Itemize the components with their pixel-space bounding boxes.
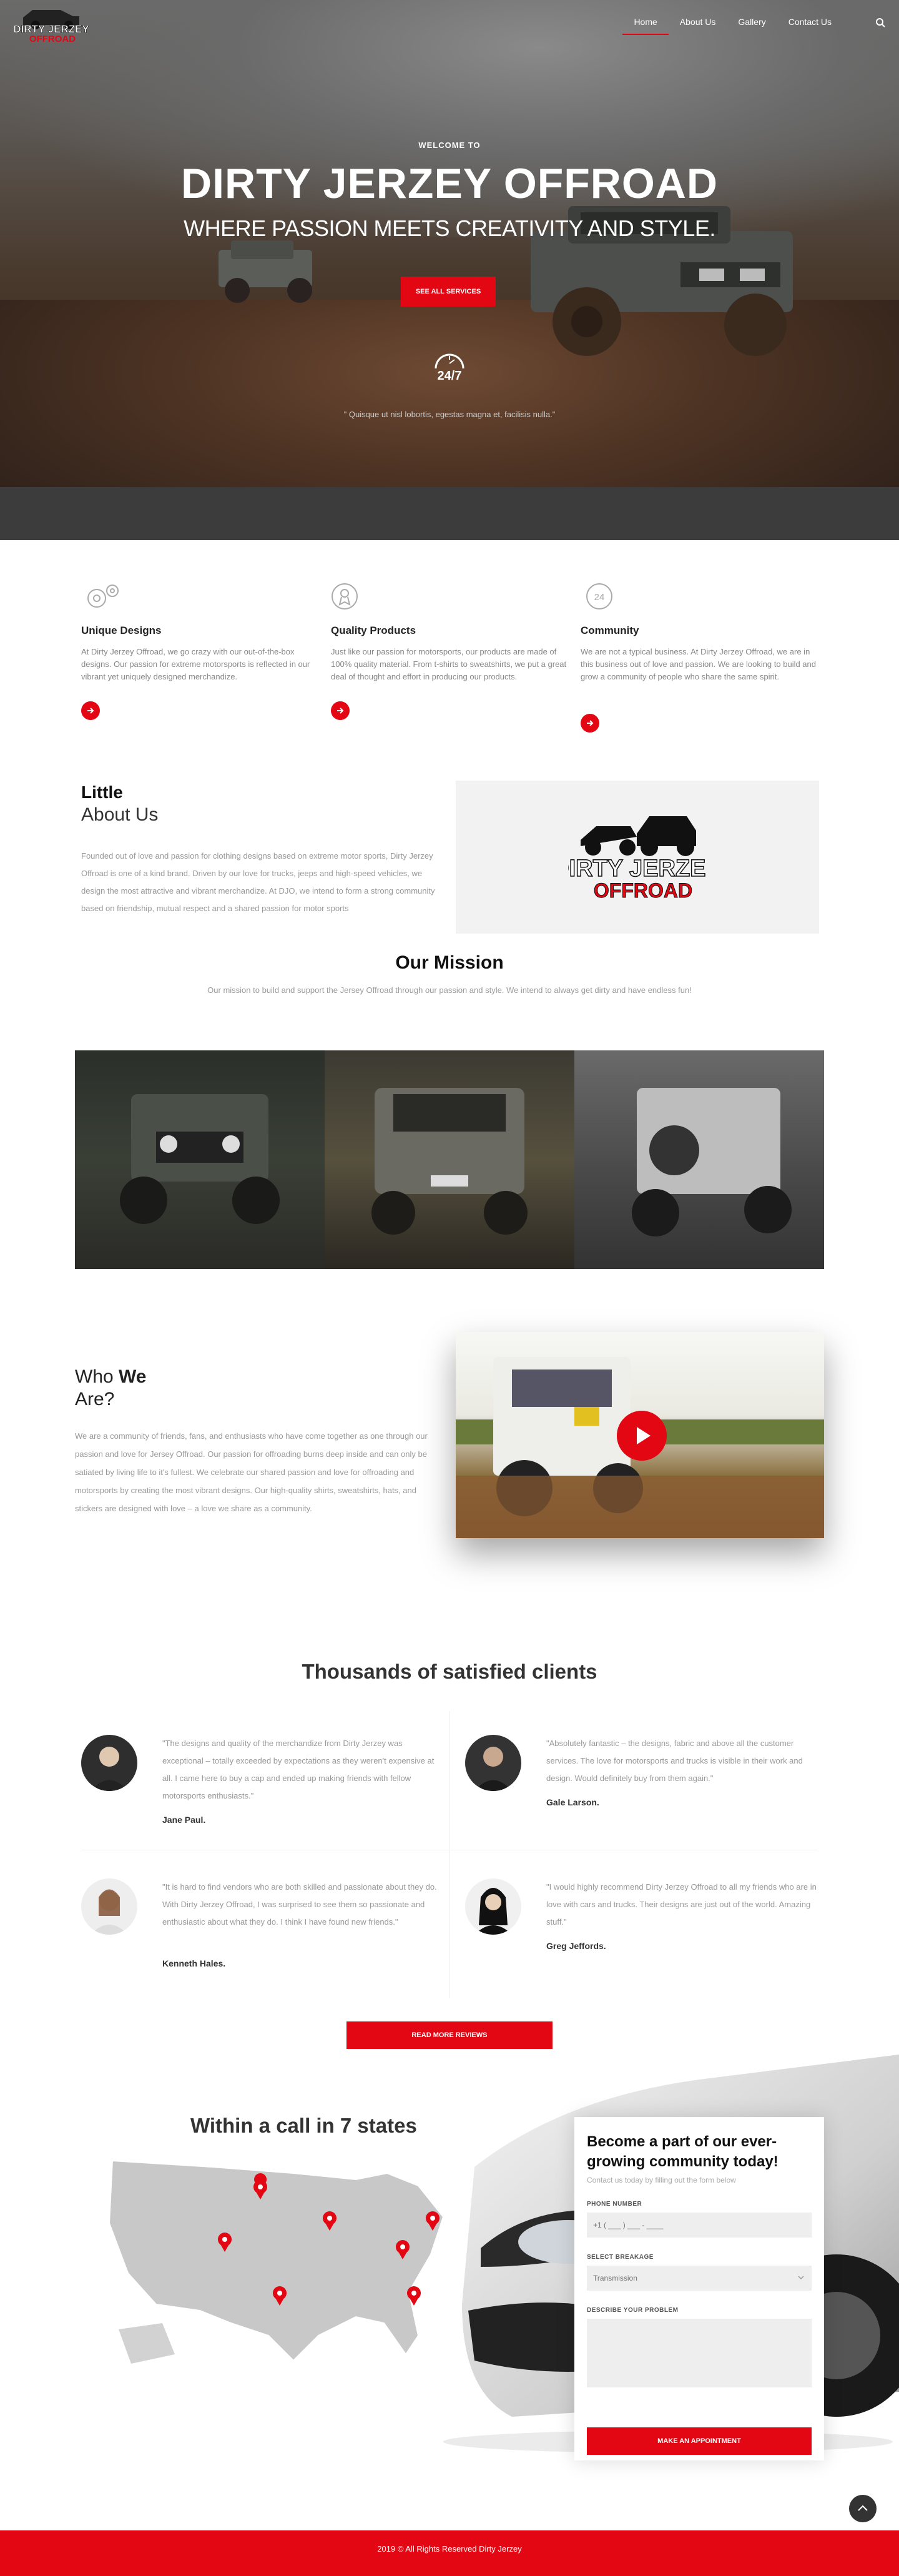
main-nav: Home About Us Gallery Contact Us	[622, 16, 843, 35]
hero-subtitle: WHERE PASSION MEETS CREATIVITY AND STYLE…	[184, 215, 715, 241]
nav-item-home[interactable]: Home	[622, 16, 669, 35]
who-heading-1: Who We	[75, 1366, 147, 1388]
states-heading: Within a call in 7 states	[190, 2114, 417, 2138]
play-icon	[637, 1427, 651, 1444]
arrow-right-icon	[87, 708, 94, 714]
testimonial-quote: "It is hard to find vendors who are both…	[162, 1882, 437, 1927]
feature-community: 24 Community We are not a typical busine…	[581, 581, 818, 733]
states-heading-b: in 7 states	[316, 2114, 417, 2137]
states-heading-a: Within a call	[190, 2114, 317, 2137]
logo-large-text-bottom: OFFROAD	[594, 879, 692, 902]
feature-arrow-button[interactable]	[81, 701, 100, 720]
testimonials-heading-b: of satisfied clients	[417, 1660, 597, 1683]
footer-copyright: 2019 © All Rights Reserved Dirty Jerzey	[377, 2544, 522, 2554]
logo-large-text-top: DIRTY JERZEY	[568, 856, 705, 882]
suzuki-image	[632, 1088, 792, 1236]
play-button[interactable]	[617, 1411, 667, 1461]
problem-label: DESCRIBE YOUR PROBLEM	[587, 2307, 679, 2314]
feature-quality-products: Quality Products Just like our passion f…	[331, 581, 568, 720]
gallery-image-jeep[interactable]	[75, 1050, 325, 1269]
background-truck-image	[219, 240, 312, 303]
jeep-image	[120, 1094, 280, 1224]
avatar	[81, 1735, 137, 1791]
avatar	[81, 1878, 137, 1935]
nav-item-gallery[interactable]: Gallery	[727, 16, 777, 35]
form-title: Become a part of our ever-growing commun…	[587, 2133, 779, 2170]
breakage-select[interactable]: Transmission	[587, 2266, 812, 2291]
about-heading-1: Little	[81, 782, 123, 802]
testimonial-quote: "The designs and quality of the merchand…	[162, 1739, 435, 1800]
mission-heading: Our Mission	[395, 952, 504, 973]
see-all-services-button[interactable]: SEE ALL SERVICES	[401, 277, 496, 307]
about-logo-box: DIRTY JERZEY OFFROAD	[456, 781, 819, 934]
feature-text: At Dirty Jerzey Offroad, we go crazy wit…	[81, 647, 310, 681]
feature-title: Quality Products	[331, 624, 416, 636]
arrow-right-icon	[337, 708, 344, 714]
testimonial-quote: "I would highly recommend Dirty Jerzey O…	[546, 1882, 817, 1927]
who-text: We are a community of friends, fans, and…	[75, 1431, 428, 1513]
video-player[interactable]	[456, 1332, 824, 1538]
hero-welcome: WELCOME TO	[418, 141, 481, 150]
community-24-icon: 24	[586, 583, 612, 609]
gallery-image-patrol[interactable]	[325, 1050, 574, 1269]
page: DIRTY JERZEY OFFROAD Home About Us Galle…	[0, 0, 899, 2576]
appointment-form: Become a part of our ever-growing commun…	[574, 2117, 824, 2460]
phone-label: PHONE NUMBER	[587, 2201, 642, 2208]
feature-text: We are not a typical business. At Dirty …	[581, 647, 816, 681]
hero-title: DIRTY JERZEY OFFROAD	[180, 160, 719, 207]
phone-input[interactable]: +1 ( ___ ) ___ - ____	[587, 2213, 812, 2238]
gallery-image-suzuki[interactable]	[574, 1050, 824, 1269]
search-icon[interactable]	[874, 16, 888, 30]
brand-logo-large: DIRTY JERZEY OFFROAD	[568, 816, 705, 902]
nav-item-contact-us[interactable]: Contact Us	[777, 16, 843, 35]
feature-title: Unique Designs	[81, 624, 162, 636]
logo-text-bottom: OFFROAD	[29, 34, 76, 44]
who-heading-2: Are?	[75, 1389, 115, 1409]
badge-24-7-text: 24/7	[438, 369, 462, 383]
hero-section: DIRTY JERZEY OFFROAD Home About Us Galle…	[0, 0, 899, 540]
svg-text:24: 24	[594, 592, 605, 603]
about-heading-2: About Us	[81, 804, 159, 825]
testimonial-name: Gale Larson.	[546, 1797, 599, 1807]
make-appointment-button[interactable]: MAKE AN APPOINTMENT	[587, 2427, 812, 2455]
award-icon	[332, 583, 358, 609]
testimonial-name: Kenneth Hales.	[162, 1958, 226, 1968]
about-text: Founded out of love and passion for clot…	[81, 851, 435, 913]
who-heading-who: Who	[75, 1366, 119, 1387]
testimonials-heading: Thousands of satisfied clients	[0, 1660, 899, 1684]
footer: 2019 © All Rights Reserved Dirty Jerzey	[0, 2530, 899, 2576]
feature-arrow-button[interactable]	[331, 701, 350, 720]
mission-text: Our mission to build and support the Jer…	[207, 985, 692, 995]
who-heading-we: We	[119, 1366, 147, 1387]
feature-title: Community	[581, 624, 639, 636]
feature-text: Just like our passion for motorsports, o…	[331, 647, 567, 681]
feature-unique-designs: Unique Designs At Dirty Jerzey Offroad, …	[81, 581, 318, 720]
hero-quote: " Quisque ut nisl lobortis, egestas magn…	[343, 410, 556, 419]
feature-arrow-button[interactable]	[581, 714, 599, 733]
testimonial-quote: "Absolutely fantastic – the designs, fab…	[546, 1739, 803, 1783]
testimonial-name: Greg Jeffords.	[546, 1941, 606, 1951]
nav-item-about-us[interactable]: About Us	[669, 16, 727, 35]
arrow-right-icon	[587, 720, 594, 726]
breakage-select-value: Transmission	[593, 2274, 637, 2282]
chevron-down-icon	[798, 2276, 804, 2280]
usa-map	[108, 2159, 445, 2364]
testimonials-heading-a: Thousands	[302, 1660, 418, 1683]
avatar	[465, 1735, 521, 1791]
problem-textarea[interactable]	[587, 2319, 812, 2387]
hero-bottom-band	[0, 487, 899, 540]
gallery	[75, 1050, 824, 1269]
testimonial-name: Jane Paul.	[162, 1815, 206, 1825]
breakage-label: SELECT BREAKAGE	[587, 2254, 654, 2261]
suv-image	[371, 1088, 528, 1235]
form-subtitle: Contact us today by filling out the form…	[587, 2176, 736, 2184]
back-to-top-button[interactable]	[849, 2495, 877, 2522]
avatar	[465, 1878, 521, 1935]
clock-24-7-icon: 24/7	[435, 353, 464, 383]
brand-logo[interactable]: DIRTY JERZEY OFFROAD	[14, 5, 89, 44]
chevron-up-icon	[858, 2505, 868, 2511]
gears-icon	[87, 585, 119, 608]
